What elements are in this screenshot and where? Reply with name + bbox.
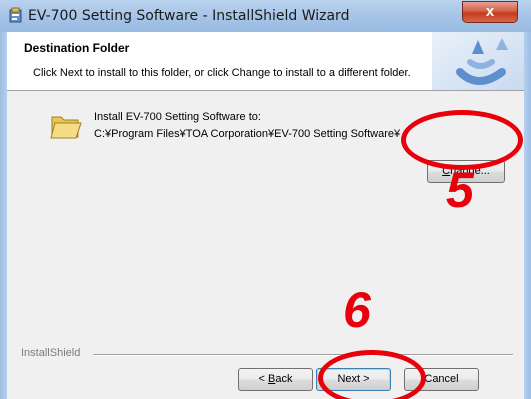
back-button-prefix: < bbox=[258, 373, 268, 385]
step-number-6: 6 bbox=[343, 282, 371, 338]
back-button[interactable]: < Back bbox=[238, 368, 313, 391]
close-button[interactable]: x bbox=[462, 1, 518, 23]
highlight-ring-change bbox=[401, 110, 523, 170]
install-path: C:¥Program Files¥TOA Corporation¥EV-700 … bbox=[94, 128, 401, 140]
folder-icon bbox=[50, 111, 82, 141]
window-frame-right bbox=[524, 32, 531, 399]
highlight-ring-next bbox=[318, 350, 426, 399]
window-title: EV-700 Setting Software - InstallShield … bbox=[28, 8, 350, 24]
close-icon: x bbox=[485, 3, 495, 20]
page-title: Destination Folder bbox=[24, 41, 130, 55]
installer-window: EV-700 Setting Software - InstallShield … bbox=[0, 0, 531, 399]
install-to-label: Install EV-700 Setting Software to: bbox=[94, 111, 261, 123]
back-button-label: ack bbox=[275, 373, 293, 385]
window-frame-left bbox=[0, 32, 7, 399]
page-description: Click Next to install to this folder, or… bbox=[33, 67, 411, 79]
installer-icon bbox=[8, 7, 24, 24]
step-number-5: 5 bbox=[446, 162, 474, 218]
footer-divider bbox=[93, 354, 513, 356]
wizard-header: Destination Folder Click Next to install… bbox=[7, 32, 524, 91]
installshield-brand: InstallShield bbox=[21, 347, 81, 359]
installshield-logo bbox=[432, 32, 524, 90]
title-bar[interactable]: EV-700 Setting Software - InstallShield … bbox=[0, 0, 531, 33]
